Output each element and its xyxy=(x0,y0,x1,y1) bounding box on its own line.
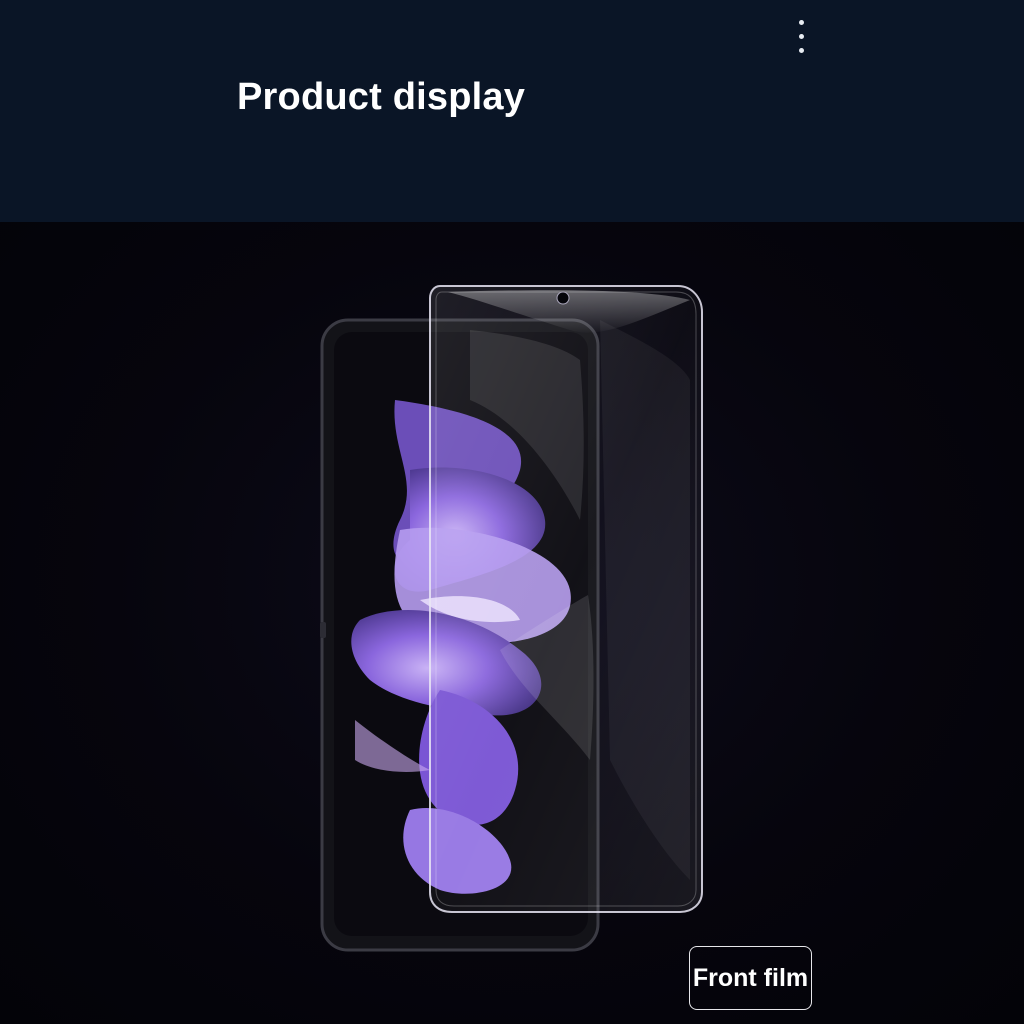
product-image xyxy=(320,285,703,952)
front-film xyxy=(429,285,703,913)
front-film-badge: Front film xyxy=(689,946,812,1010)
